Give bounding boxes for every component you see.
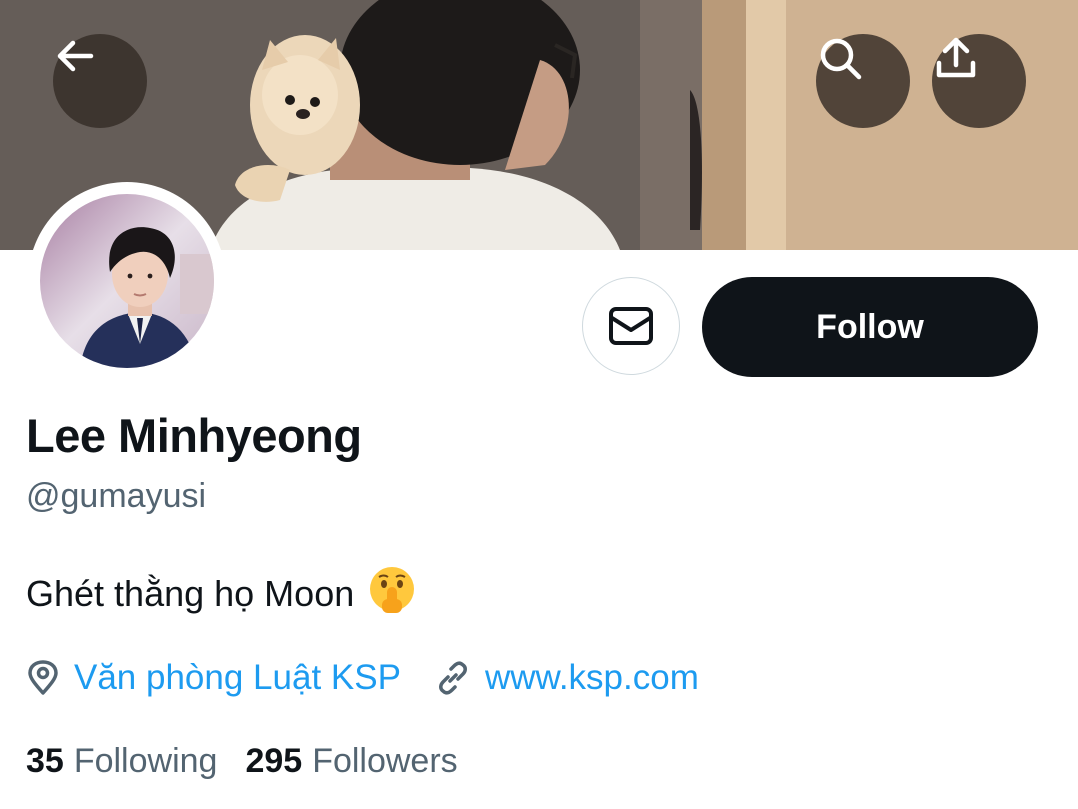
- following-label: Following: [73, 742, 218, 780]
- profile-avatar[interactable]: [28, 182, 226, 380]
- followers-count: 295: [245, 742, 303, 780]
- bio-text: Ghét thằng họ Moon: [26, 572, 355, 614]
- follow-stats: 35 Following 295 Followers: [26, 742, 458, 781]
- envelope-icon: [609, 307, 653, 345]
- search-icon: [820, 38, 862, 80]
- link-icon: [438, 661, 467, 695]
- profile-meta: Văn phòng Luật KSP www.ksp.com: [26, 654, 699, 702]
- followers-stat[interactable]: 295 Followers: [245, 742, 457, 781]
- avatar-photo: [40, 194, 214, 368]
- display-name: Lee Minhyeong: [26, 409, 362, 462]
- arrow-left-icon: [57, 40, 94, 72]
- back-button[interactable]: [53, 34, 147, 128]
- website-link[interactable]: www.ksp.com: [485, 658, 699, 698]
- follow-button[interactable]: Follow: [702, 277, 1038, 377]
- location-pin-icon: [28, 660, 58, 695]
- location-item: Văn phòng Luật KSP: [26, 658, 401, 698]
- message-button[interactable]: [582, 277, 680, 375]
- share-upload-icon: [936, 37, 976, 78]
- following-count: 35: [26, 742, 64, 780]
- share-button[interactable]: [932, 34, 1026, 128]
- followers-label: Followers: [312, 742, 458, 780]
- location-text: Văn phòng Luật KSP: [74, 658, 401, 697]
- user-handle: @gumayusi: [26, 477, 207, 515]
- search-button[interactable]: [816, 34, 910, 128]
- profile-bio: Ghét thằng họ Moon: [26, 565, 416, 622]
- website-item[interactable]: www.ksp.com: [435, 658, 699, 698]
- shushing-face-emoji-icon: [368, 565, 416, 622]
- following-stat[interactable]: 35 Following: [26, 742, 217, 781]
